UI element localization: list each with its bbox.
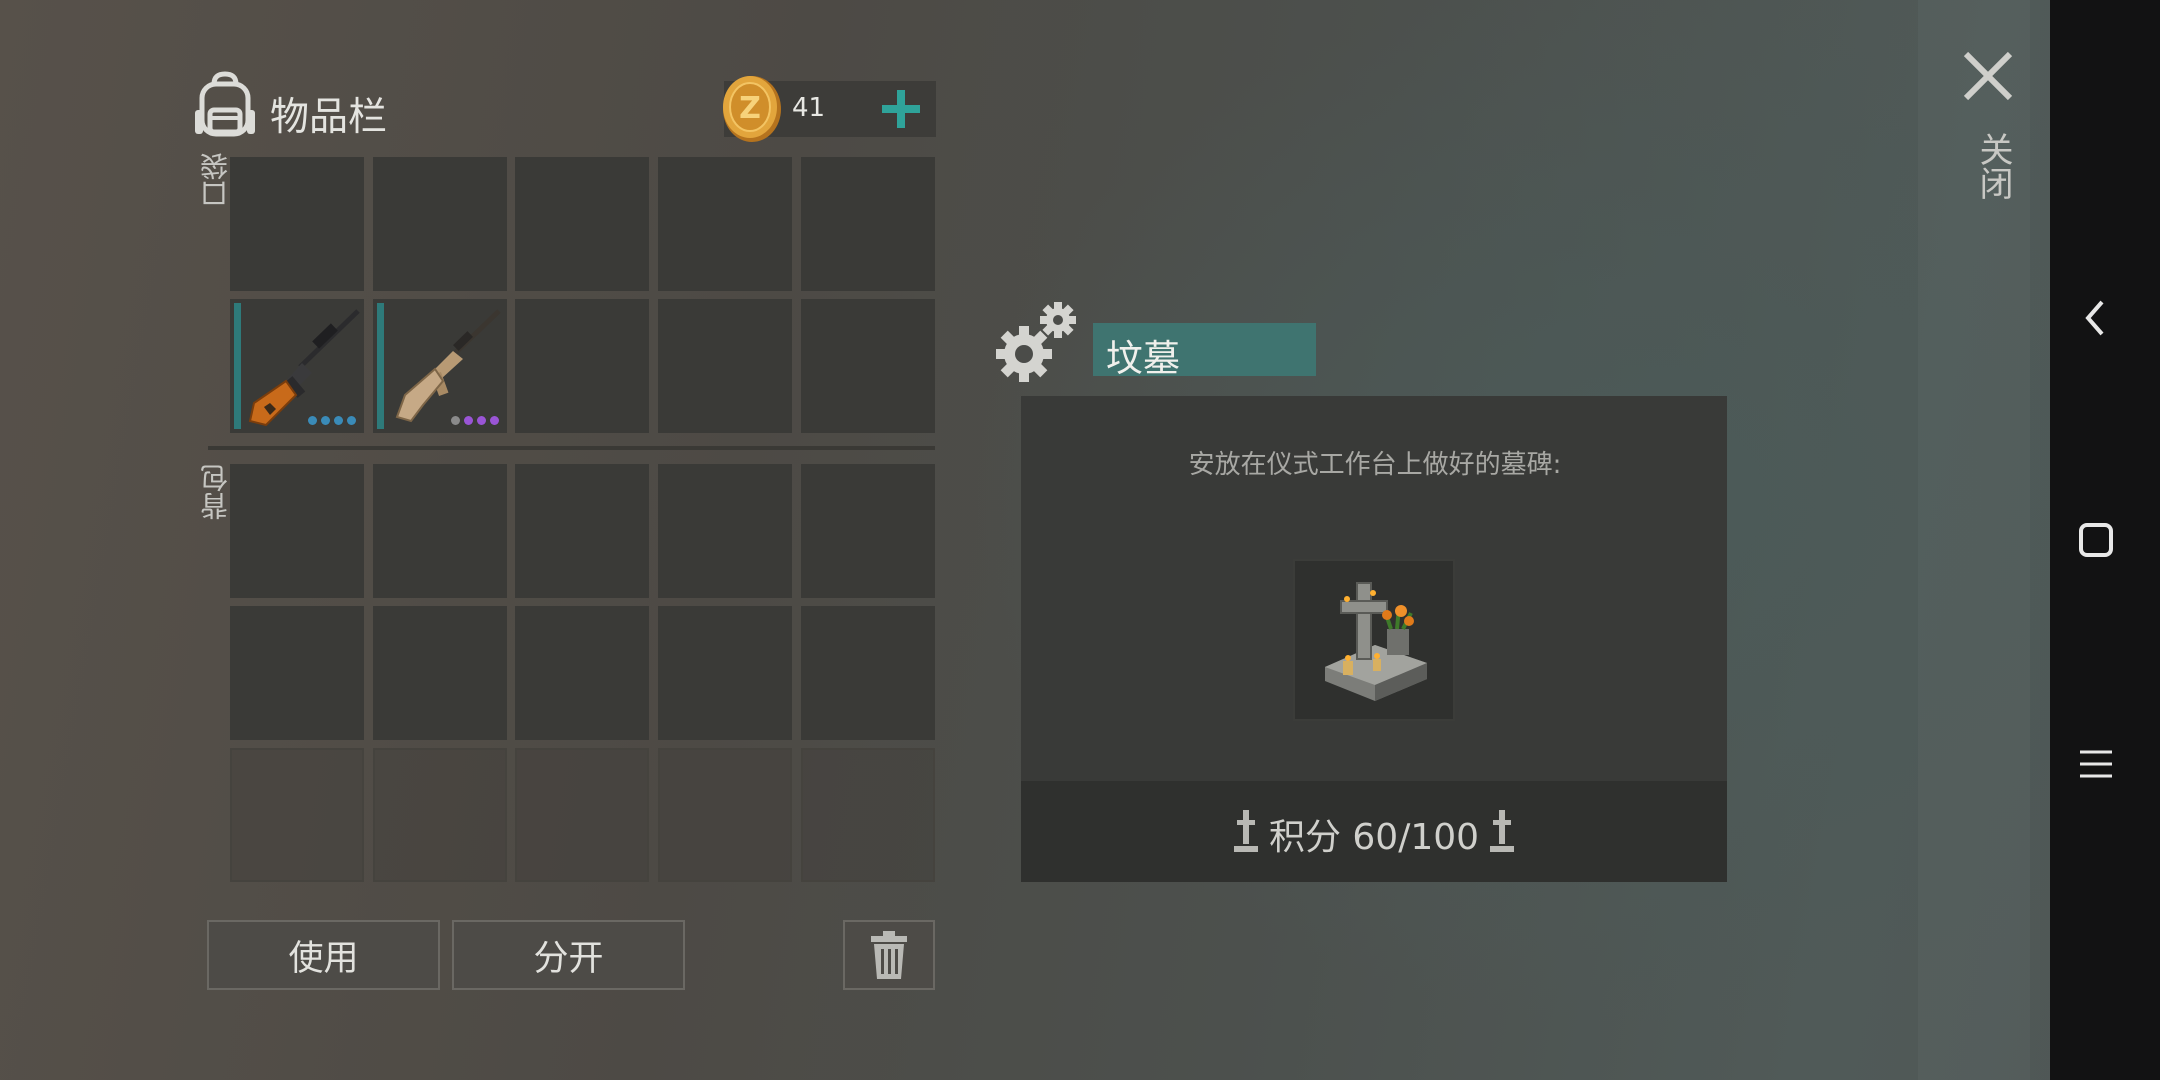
backpack-slot[interactable] (658, 464, 792, 598)
rarity-dots (308, 416, 356, 425)
pocket-slot[interactable] (373, 157, 507, 291)
recipe-title: 坟墓 (1106, 337, 1180, 380)
svg-text:Z: Z (739, 91, 761, 126)
backpack-slot[interactable] (230, 606, 364, 740)
sniper-rifle-icon (248, 309, 360, 427)
section-divider (208, 446, 935, 450)
pocket-slot[interactable] (658, 299, 792, 433)
add-coins-button[interactable] (878, 86, 924, 132)
pocket-slot[interactable] (801, 157, 935, 291)
backpack-slot[interactable] (658, 606, 792, 740)
gold-coin-icon: Z (723, 76, 781, 142)
close-label[interactable]: 关闭 (1969, 132, 2018, 200)
pocket-slot[interactable] (515, 299, 649, 433)
use-button[interactable]: 使用 (207, 920, 440, 990)
assault-rifle-icon (395, 309, 501, 423)
locked-slot (658, 748, 792, 882)
pocket-slot[interactable] (230, 157, 364, 291)
backpack-slot[interactable] (515, 606, 649, 740)
locked-slot (801, 748, 935, 882)
backpack-slot[interactable] (230, 464, 364, 598)
backpack-slot[interactable] (515, 464, 649, 598)
pocket-slot[interactable] (658, 157, 792, 291)
locked-slot (515, 748, 649, 882)
back-chevron-icon[interactable] (2072, 294, 2120, 342)
menu-lines-icon[interactable] (2072, 740, 2120, 788)
delete-item-button[interactable] (843, 920, 935, 990)
locked-slot (230, 748, 364, 882)
grave-cross-icon (1490, 810, 1514, 852)
tombstone-icon (1325, 582, 1427, 701)
pocket-slot-assault-rifle[interactable] (373, 299, 507, 433)
close-icon[interactable] (1962, 50, 2014, 102)
gears-icon (996, 302, 1076, 382)
split-button[interactable]: 分开 (452, 920, 685, 990)
backpack-slot[interactable] (801, 464, 935, 598)
backpack-icon (195, 71, 255, 137)
inventory-title: 物品栏 (270, 95, 388, 140)
locked-slot (373, 748, 507, 882)
pocket-slot[interactable] (515, 157, 649, 291)
rarity-dots (451, 416, 499, 425)
recipe-description: 安放在仪式工作台上做好的墓碑: (1188, 450, 1562, 480)
pocket-slot[interactable] (801, 299, 935, 433)
backpack-slot[interactable] (373, 464, 507, 598)
pocket-slot-sniper-rifle[interactable] (230, 299, 364, 433)
backpack-slot[interactable] (801, 606, 935, 740)
backpack-slot[interactable] (373, 606, 507, 740)
score-text: 积分 60/100 (1268, 817, 1480, 858)
home-square-icon[interactable] (2072, 516, 2120, 564)
coin-count: 41 (792, 93, 826, 123)
required-item-slot[interactable] (1293, 559, 1455, 721)
trash-icon (871, 931, 907, 979)
